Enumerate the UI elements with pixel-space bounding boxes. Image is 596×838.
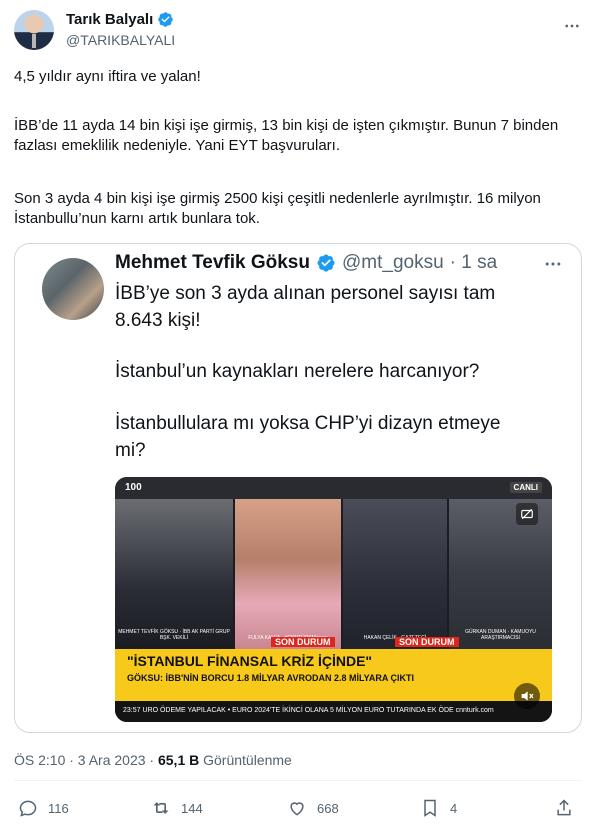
verified-badge-icon: [158, 12, 174, 27]
reply-icon: [19, 800, 37, 817]
author-handle[interactable]: @TARIKBALYALI: [66, 32, 175, 48]
captions-icon[interactable]: [516, 503, 538, 525]
tweet-paragraph-1: 4,5 yıldır aynı iftira ve yalan!: [14, 68, 201, 85]
author-name-row: Tarık Balyalı: [66, 11, 174, 28]
live-badge: CANLI: [509, 482, 542, 493]
embedded-line-5: mi?: [115, 440, 146, 461]
caption-guest-3: GÜRKAN DUMAN · KAMUOYU ARAŞTIRMACISI: [465, 629, 536, 641]
like-button[interactable]: 668: [287, 798, 339, 818]
video-panel-host: FULYA KALFA · #CNNTÜRKMasası: [235, 499, 341, 649]
embedded-handle: @mt_goksu: [341, 252, 444, 273]
embedded-video[interactable]: 100 CANLI MEHMET TEVFİK GÖKSU · İBB AK P…: [115, 477, 552, 722]
bookmark-count: 4: [450, 800, 458, 816]
share-icon: [557, 799, 571, 816]
bookmark-icon: [424, 799, 436, 817]
embedded-avatar: [42, 258, 104, 320]
retweet-icon: [153, 802, 169, 814]
reply-count: 116: [48, 800, 69, 816]
tweet-paragraph-3: Son 3 ayda 4 bin kişi işe girmiş 2500 ki…: [14, 190, 541, 227]
embedded-line-3: İstanbul’un kaynakları nerelere harcanıy…: [115, 361, 480, 382]
video-subline: GÖKSU: İBB'NİN BORCU 1.8 MİLYAR AVRODAN …: [127, 673, 415, 683]
view-label: Görüntülenme: [203, 752, 292, 768]
embedded-header: Mehmet Tevfik Göksu @mt_goksu · 1 sa: [115, 252, 497, 274]
video-panel-guest-1: MEHMET TEVFİK GÖKSU · İBB AK PARTİ GRUP …: [115, 499, 233, 649]
tweet-media[interactable]: Mehmet Tevfik Göksu @mt_goksu · 1 sa İBB…: [14, 243, 582, 733]
embedded-author-name: Mehmet Tevfik Göksu: [115, 252, 310, 273]
embedded-more-icon: [543, 254, 563, 279]
tweet-header: Tarık Balyalı @TARIKBALYALI: [14, 10, 582, 54]
share-button[interactable]: [554, 798, 574, 818]
divider: [14, 780, 582, 781]
tweet-meta: ÖS 2:10 · 3 Ara 2023 · 65,1 B Görüntülen…: [14, 752, 292, 768]
ticker-text: 23:57 URO ÖDEME YAPILACAK • EURO 2024'TE…: [123, 707, 494, 714]
tweet-timestamp[interactable]: ÖS 2:10 · 3 Ara 2023 ·: [14, 752, 154, 768]
action-bar: 116 144 668 4: [14, 798, 582, 822]
embedded-line-2: 8.643 kişi!: [115, 310, 201, 331]
tweet-paragraph-2: İBB’de 11 ayda 14 bin kişi işe girmiş, 1…: [14, 117, 559, 154]
author-name[interactable]: Tarık Balyalı: [66, 11, 153, 28]
embedded-line-4: İstanbullulara mı yoksa CHP’yi dizayn et…: [115, 413, 501, 434]
video-headline: "İSTANBUL FİNANSAL KRİZ İÇİNDE": [127, 653, 373, 669]
son-durum-tag-1: SON DURUM: [271, 637, 335, 647]
like-count: 668: [317, 800, 339, 816]
channel-logo: 100: [125, 482, 142, 493]
reply-button[interactable]: 116: [18, 798, 69, 818]
video-topbar: 100 CANLI: [115, 477, 552, 499]
more-options-icon[interactable]: [562, 16, 582, 36]
retweet-count: 144: [181, 800, 203, 816]
bookmark-button[interactable]: 4: [420, 798, 457, 818]
video-panel-guest-2: HAKAN ÇELİK · GAZETECİ: [343, 499, 447, 649]
embedded-line-1: İBB’ye son 3 ayda alınan personel sayısı…: [115, 283, 496, 304]
caption-guest-1: MEHMET TEVFİK GÖKSU · İBB AK PARTİ GRUP …: [118, 629, 230, 641]
heart-icon: [290, 802, 304, 816]
son-durum-tag-2: SON DURUM: [395, 637, 459, 647]
view-count: 65,1 B: [157, 752, 200, 768]
mute-icon[interactable]: [514, 683, 540, 709]
retweet-button[interactable]: 144: [151, 798, 203, 818]
embedded-verified-icon: [317, 254, 335, 272]
embedded-time: · 1 sa: [449, 252, 498, 273]
author-avatar[interactable]: [14, 10, 54, 50]
news-ticker: 23:57 URO ÖDEME YAPILACAK • EURO 2024'TE…: [115, 701, 552, 722]
